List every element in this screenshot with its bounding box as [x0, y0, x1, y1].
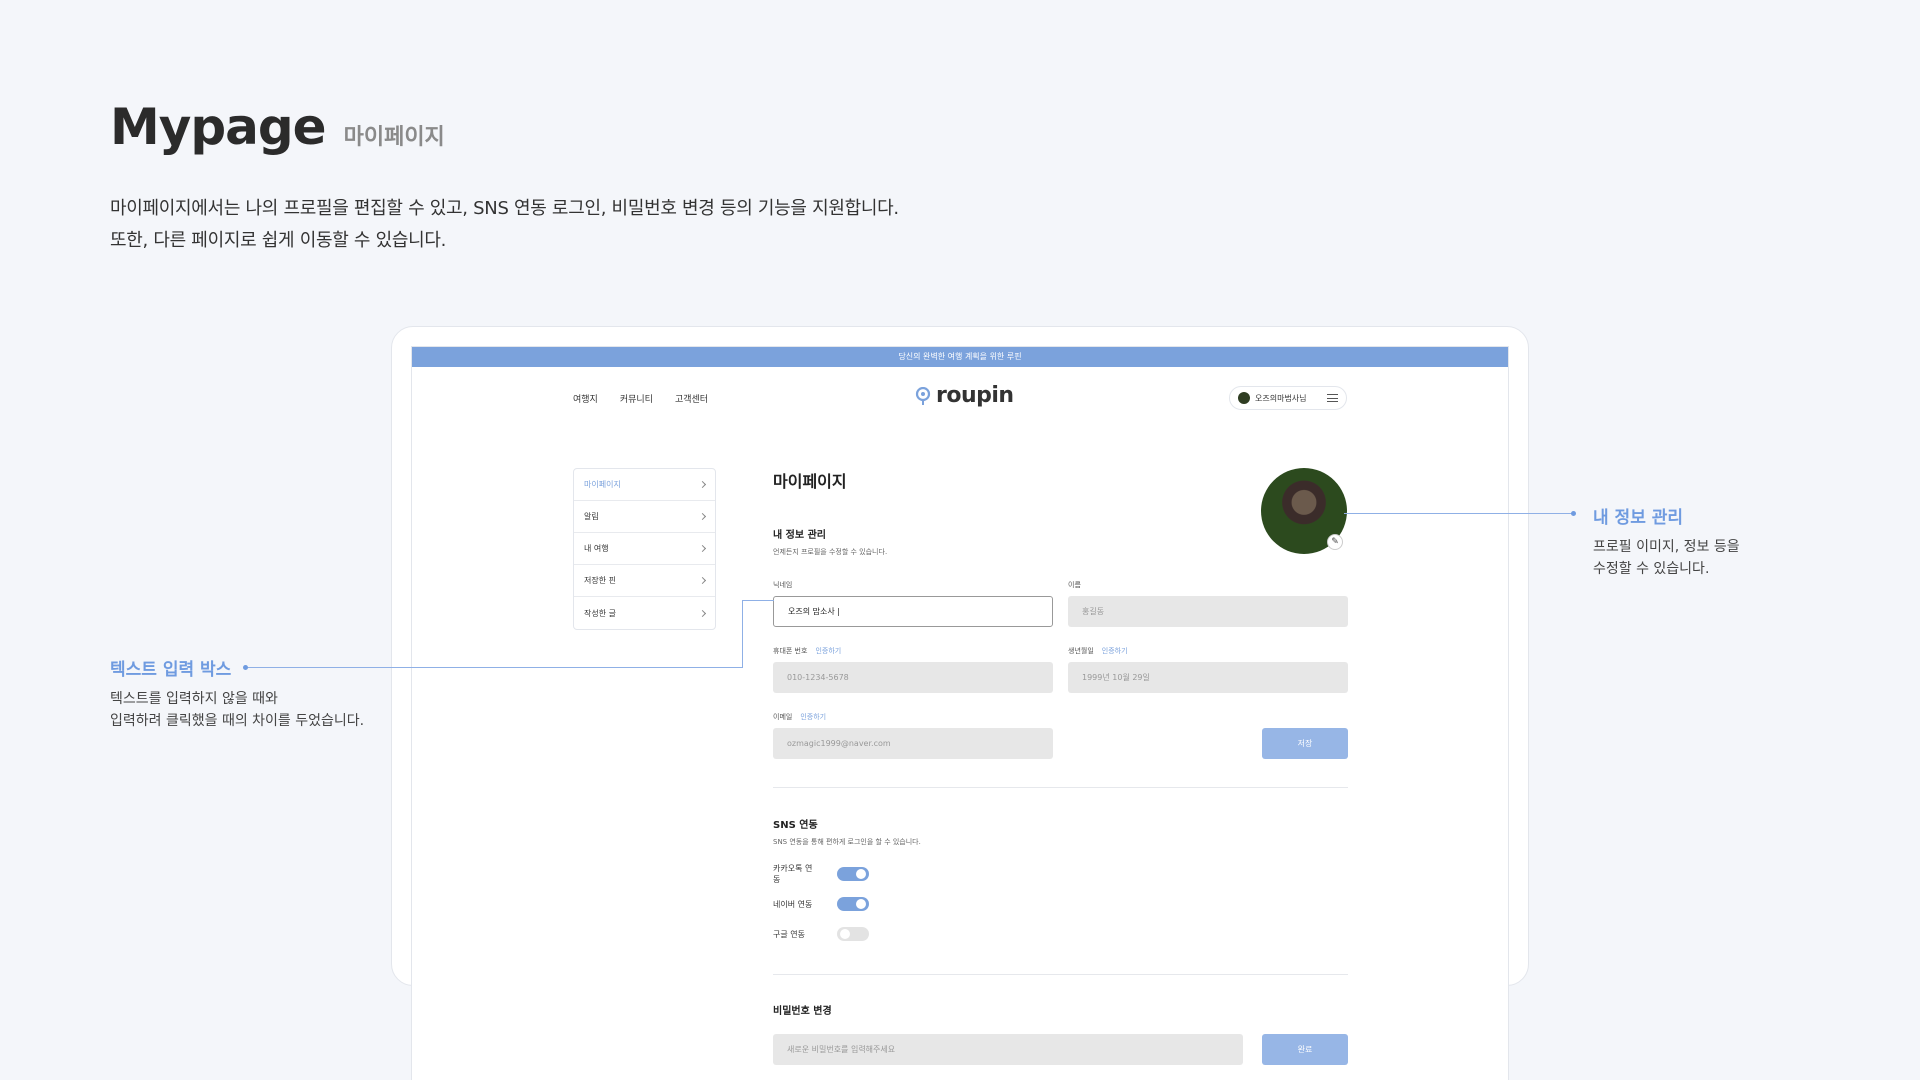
annotation-line [742, 600, 743, 668]
sidebar: 마이페이지 알림 내 여행 저장한 핀 작성한 글 [573, 468, 716, 630]
user-name: 오즈의마법사님 [1255, 393, 1307, 403]
user-menu[interactable]: 오즈의마법사님 [1229, 386, 1347, 410]
annotation-line-2: 입력하려 클릭했을 때의 차이를 두었습니다. [110, 713, 365, 729]
row-phone-birth: 휴대폰 번호 인증하기 010-1234-5678 생년월일 인증하기 1999년 … [773, 646, 1348, 693]
google-label: 구글 연동 [773, 929, 805, 939]
description-line-1: 마이페이지에서는 나의 프로필을 편집할 수 있고, SNS 연동 로그인, 비… [110, 198, 899, 219]
annotation-title: 텍스트 입력 박스 [110, 660, 232, 680]
main-content: 마이페이지 내 정보 관리 언제든지 프로필을 수정할 수 있습니다. 닉네임 … [773, 468, 1348, 1065]
chevron-right-icon [698, 544, 707, 553]
naver-row: 네이버 연동 [773, 889, 1348, 919]
password-input[interactable]: 새로운 비밀번호를 입력해주세요 [773, 1034, 1243, 1065]
annotation-line [742, 600, 774, 601]
phone-label: 휴대폰 번호 인증하기 [773, 646, 842, 656]
description-line-2: 또한, 다른 페이지로 쉽게 이동할 수 있습니다. [110, 230, 447, 251]
nav-link-destinations[interactable]: 여행지 [573, 392, 598, 405]
sidebar-item-label: 저장한 핀 [584, 576, 616, 585]
sidebar-item-label: 내 여행 [584, 544, 609, 553]
chevron-right-icon [698, 576, 707, 585]
info-title: 내 정보 관리 [773, 530, 826, 541]
birth-label: 생년월일 인증하기 [1068, 646, 1128, 656]
pin-logo-icon [915, 386, 931, 405]
page-title: Mypage [110, 98, 327, 156]
hamburger-icon[interactable] [1327, 394, 1338, 402]
sidebar-item-saved-pins[interactable]: 저장한 핀 [574, 565, 715, 597]
row-nickname-name: 닉네임 오즈의 맙소사 | 이름 홍길동 [773, 580, 1348, 627]
top-banner: 당신의 완벽한 여행 계획을 위한 루핀 [412, 347, 1508, 367]
info-section: 내 정보 관리 언제든지 프로필을 수정할 수 있습니다. 닉네임 오즈의 맙소… [773, 526, 1348, 759]
sidebar-item-label: 알림 [584, 512, 599, 521]
naver-label: 네이버 연동 [773, 899, 813, 909]
name-input[interactable]: 홍길동 [1068, 596, 1348, 627]
annotation-line [1344, 513, 1572, 514]
password-section: 비밀번호 변경 새로운 비밀번호를 입력해주세요 완료 [773, 1002, 1348, 1065]
kakao-row: 카카오톡 연동 [773, 859, 1348, 889]
google-toggle[interactable] [837, 927, 869, 941]
nav-links: 여행지 커뮤니티 고객센터 [573, 392, 708, 405]
info-description: 언제든지 프로필을 수정할 수 있습니다. [773, 548, 888, 556]
annotation-text-input: 텍스트 입력 박스 텍스트를 입력하지 않을 때와 입력하려 클릭했을 때의 차… [110, 655, 364, 732]
phone-verify-link[interactable]: 인증하기 [815, 646, 841, 656]
page-description: 마이페이지에서는 나의 프로필을 편집할 수 있고, SNS 연동 로그인, 비… [110, 193, 899, 257]
annotation-line-1: 프로필 이미지, 정보 등을 [1593, 539, 1740, 555]
sidebar-item-my-trips[interactable]: 내 여행 [574, 533, 715, 565]
annotation-title: 내 정보 관리 [1593, 508, 1684, 528]
sns-title: SNS 연동 [773, 820, 818, 831]
logo-text: roupin [936, 383, 1014, 408]
email-label: 이메일 인증하기 [773, 712, 827, 722]
naver-toggle[interactable] [837, 897, 869, 911]
chevron-right-icon [698, 480, 707, 489]
google-row: 구글 연동 [773, 919, 1348, 949]
chevron-right-icon [698, 512, 707, 521]
sidebar-item-my-posts[interactable]: 작성한 글 [574, 597, 715, 629]
annotation-line-2: 수정할 수 있습니다. [1593, 561, 1710, 577]
annotation-dot [1571, 511, 1576, 516]
sidebar-item-label: 작성한 글 [584, 608, 616, 618]
sidebar-item-notifications[interactable]: 알림 [574, 501, 715, 533]
sidebar-item-mypage[interactable]: 마이페이지 [574, 469, 715, 501]
divider [773, 974, 1348, 975]
divider [773, 787, 1348, 788]
avatar [1238, 392, 1250, 404]
sidebar-item-label: 마이페이지 [584, 480, 621, 489]
nav-link-support[interactable]: 고객센터 [675, 392, 708, 405]
app-nav: 여행지 커뮤니티 고객센터 roupin 오즈의마법사님 [412, 383, 1508, 413]
row-email: 이메일 인증하기 ozmagic1999@naver.com 저장 [773, 712, 1348, 759]
kakao-label: 카카오톡 연동 [773, 864, 813, 884]
nickname-label: 닉네임 [773, 581, 793, 589]
annotation-line-1: 텍스트를 입력하지 않을 때와 [110, 691, 278, 707]
birth-verify-link[interactable]: 인증하기 [1102, 646, 1128, 656]
sns-section: SNS 연동 SNS 연동을 통해 편하게 로그인을 할 수 있습니다. 카카오… [773, 816, 1348, 949]
phone-input[interactable]: 010-1234-5678 [773, 662, 1053, 693]
password-title: 비밀번호 변경 [773, 1006, 832, 1017]
email-verify-link[interactable]: 인증하기 [800, 712, 826, 722]
app-screen: 당신의 완벽한 여행 계획을 위한 루핀 여행지 커뮤니티 고객센터 roupi… [411, 346, 1509, 1080]
logo[interactable]: roupin [915, 383, 1014, 408]
nickname-input[interactable]: 오즈의 맙소사 | [773, 596, 1053, 627]
save-button[interactable]: 저장 [1262, 728, 1348, 759]
nav-link-community[interactable]: 커뮤니티 [620, 392, 653, 405]
page-title-group: Mypage 마이페이지 [110, 98, 445, 156]
sns-description: SNS 연동을 통해 편하게 로그인을 할 수 있습니다. [773, 838, 921, 846]
page-subtitle: 마이페이지 [343, 125, 445, 150]
kakao-toggle[interactable] [837, 867, 869, 881]
annotation-my-info: 내 정보 관리 프로필 이미지, 정보 등을 수정할 수 있습니다. [1593, 503, 1740, 580]
page-heading: 마이페이지 [773, 472, 847, 491]
name-label: 이름 [1068, 581, 1081, 589]
birth-input[interactable]: 1999년 10월 29일 [1068, 662, 1348, 693]
chevron-right-icon [698, 609, 707, 617]
password-confirm-button[interactable]: 완료 [1262, 1034, 1348, 1065]
email-input[interactable]: ozmagic1999@naver.com [773, 728, 1053, 759]
